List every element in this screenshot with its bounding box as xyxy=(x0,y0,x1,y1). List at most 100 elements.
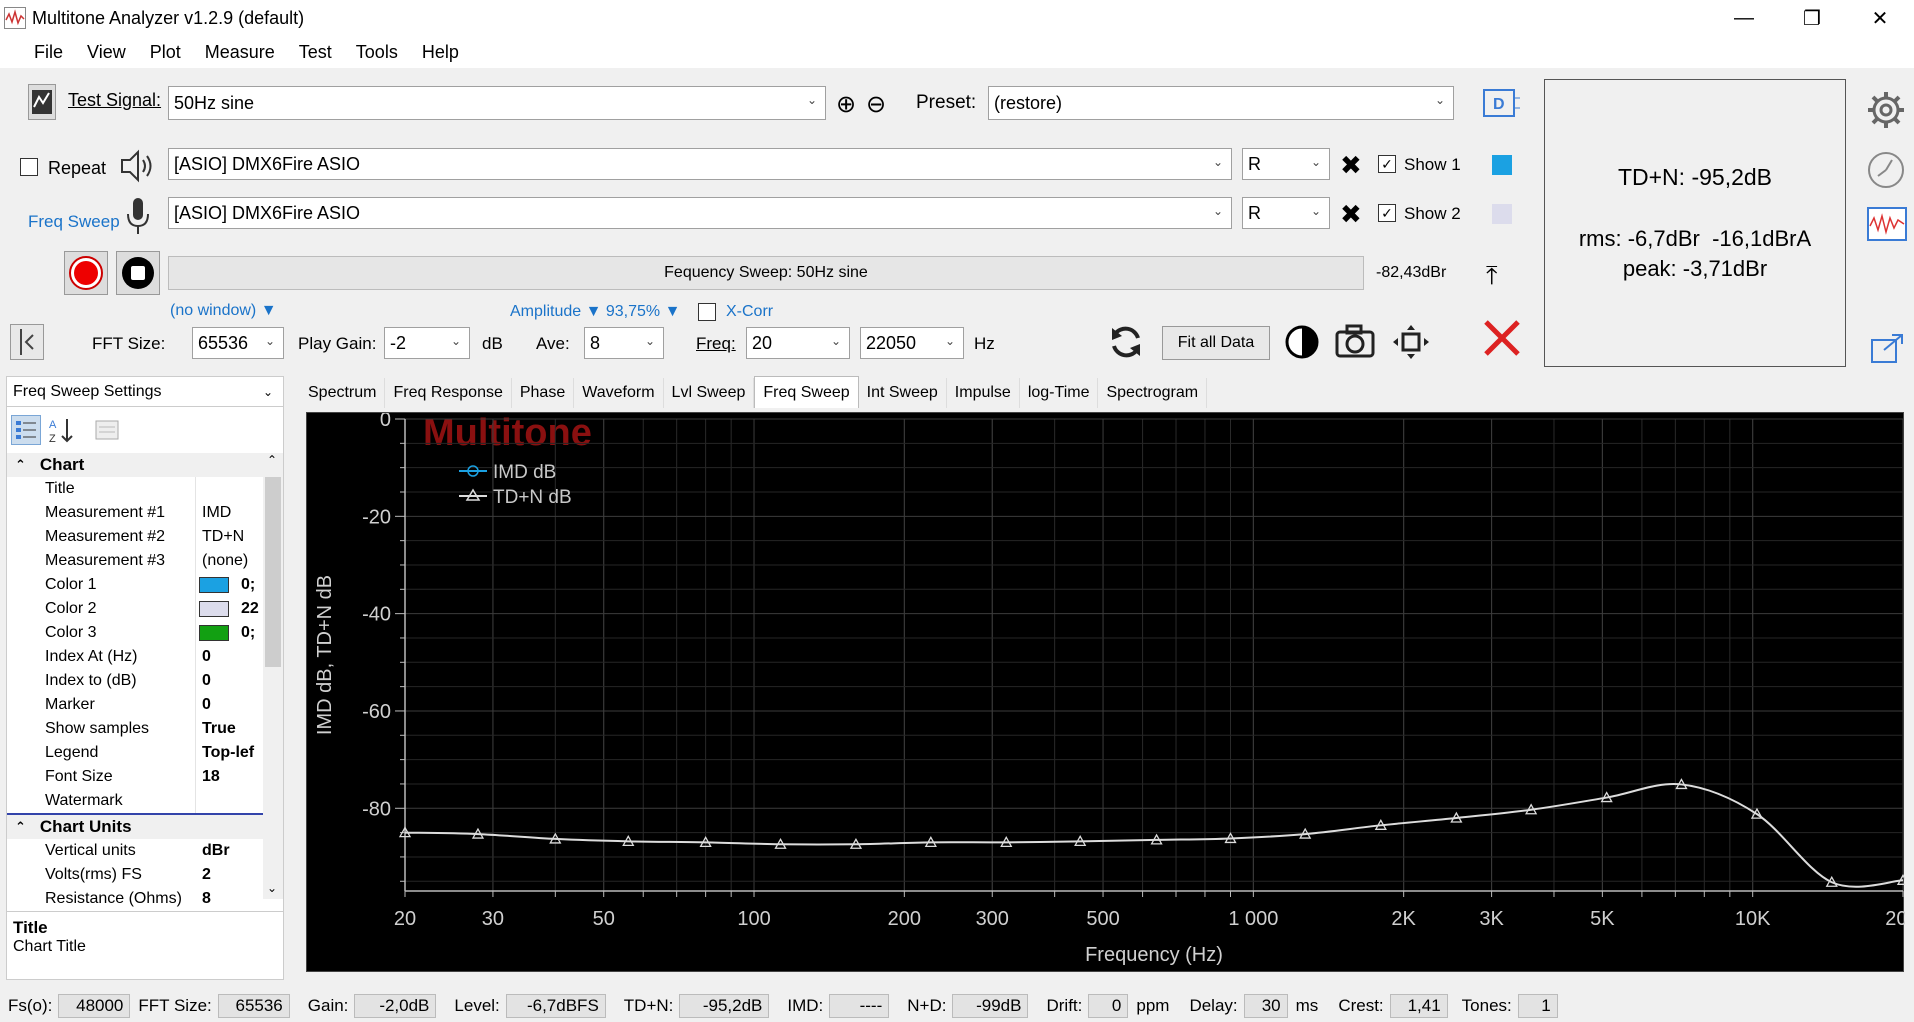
amplitude-select-link[interactable]: Amplitude ▼ 93,75% ▼ xyxy=(510,303,680,321)
property-row[interactable]: Show samples True xyxy=(7,717,263,741)
frequency-sweep-chart[interactable]: Multitone 20 30 50 100 200 300 500 1 000 2K 3K 5K 10… xyxy=(306,409,1914,972)
property-value[interactable]: TD+N xyxy=(202,528,244,546)
input-channel-select[interactable]: R ⌄ xyxy=(1242,197,1330,229)
property-row[interactable]: Watermark xyxy=(7,789,263,813)
test-signal-label[interactable]: Test Signal: xyxy=(68,90,161,111)
freq-label[interactable]: Freq: xyxy=(696,334,736,354)
tab-phase[interactable]: Phase xyxy=(512,378,575,408)
tab-impulse[interactable]: Impulse xyxy=(947,378,1020,408)
add-signal-icon[interactable]: ⊕ xyxy=(836,90,856,119)
preset-select[interactable]: (restore) ⌄ xyxy=(988,86,1454,120)
microphone-icon[interactable] xyxy=(124,196,152,236)
property-value[interactable]: 0 xyxy=(202,696,211,714)
remove-signal-icon[interactable]: ⊖ xyxy=(866,90,886,119)
color-swatch[interactable] xyxy=(199,577,229,593)
repeat-checkbox[interactable] xyxy=(20,158,38,176)
output-device-select[interactable]: [ASIO] DMX6Fire ASIO ⌄ xyxy=(168,148,1232,180)
property-value[interactable]: 0; xyxy=(241,624,255,642)
menu-help[interactable]: Help xyxy=(410,42,471,63)
wrench-icon[interactable]: ✖ xyxy=(1340,150,1362,181)
scroll-up-icon[interactable]: ⌃ xyxy=(267,453,277,467)
stop-button[interactable] xyxy=(116,251,160,295)
clear-icon[interactable] xyxy=(1482,318,1522,363)
color-swatch[interactable] xyxy=(199,625,229,641)
menu-plot[interactable]: Plot xyxy=(138,42,193,63)
tab-spectrum[interactable]: Spectrum xyxy=(300,378,386,408)
fft-size-select[interactable]: 65536 ⌄ xyxy=(192,327,284,359)
category-chart[interactable]: ⌃ Chart xyxy=(7,453,263,477)
fit-all-data-button[interactable]: Fit all Data xyxy=(1162,326,1270,360)
output-channel-select[interactable]: R ⌄ xyxy=(1242,148,1330,180)
tab-spectrogram[interactable]: Spectrogram xyxy=(1098,378,1208,408)
property-row[interactable]: Title xyxy=(7,477,263,501)
xcorr-label[interactable]: X-Corr xyxy=(726,303,773,321)
menu-file[interactable]: File xyxy=(22,42,75,63)
speaker-icon[interactable] xyxy=(118,148,158,184)
menu-test[interactable]: Test xyxy=(287,42,344,63)
waveform-icon[interactable] xyxy=(1866,206,1908,247)
categorized-view-icon[interactable] xyxy=(11,415,41,445)
record-button[interactable] xyxy=(64,251,108,295)
color-swatch[interactable] xyxy=(199,601,229,617)
scrollbar-thumb[interactable] xyxy=(265,477,281,667)
property-value[interactable]: 22 xyxy=(241,600,259,618)
tab-int-sweep[interactable]: Int Sweep xyxy=(859,378,947,408)
contrast-icon[interactable] xyxy=(1284,324,1320,365)
property-row[interactable]: Measurement #2 TD+N xyxy=(7,525,263,549)
property-row[interactable]: Color 3 0; xyxy=(7,621,263,645)
gear-icon[interactable] xyxy=(1866,90,1906,135)
move-icon[interactable] xyxy=(1392,324,1430,365)
wrench-icon[interactable]: ✖ xyxy=(1340,199,1362,230)
input-device-select[interactable]: [ASIO] DMX6Fire ASIO ⌄ xyxy=(168,197,1232,229)
menu-measure[interactable]: Measure xyxy=(193,42,287,63)
property-value[interactable]: 0; xyxy=(241,576,255,594)
dac-icon[interactable]: D xyxy=(1480,84,1520,122)
clock-icon[interactable] xyxy=(1866,150,1906,195)
tab-waveform[interactable]: Waveform xyxy=(574,378,664,408)
ave-select[interactable]: 8 ⌄ xyxy=(584,327,664,359)
property-row[interactable]: Resistance (Ohms) 8 xyxy=(7,887,263,911)
tab-freq-sweep[interactable]: Freq Sweep xyxy=(754,376,859,408)
property-row[interactable]: Index At (Hz) 0 xyxy=(7,645,263,669)
property-row[interactable]: Font Size 18 xyxy=(7,765,263,789)
freq-to-select[interactable]: 22050 ⌄ xyxy=(860,327,964,359)
minimize-button[interactable]: — xyxy=(1710,0,1778,36)
external-window-icon[interactable] xyxy=(1870,332,1906,369)
property-value[interactable]: 0 xyxy=(202,672,211,690)
alphabetical-sort-icon[interactable]: AZ xyxy=(47,415,77,445)
property-pages-icon[interactable] xyxy=(93,417,121,443)
arrow-up-to-top-icon[interactable]: ⤒ xyxy=(1486,260,1498,292)
test-signal-icon[interactable] xyxy=(28,84,56,120)
collapse-panel-icon[interactable] xyxy=(10,324,44,360)
property-value[interactable]: 2 xyxy=(202,866,211,884)
property-row[interactable]: Vertical units dBr xyxy=(7,839,263,863)
play-gain-select[interactable]: -2 ⌄ xyxy=(384,327,470,359)
property-row[interactable]: Volts(rms) FS 2 xyxy=(7,863,263,887)
close-window-button[interactable]: ✕ xyxy=(1846,0,1914,36)
properties-header[interactable]: Freq Sweep Settings ⌄ xyxy=(7,377,283,407)
tab-freq-response[interactable]: Freq Response xyxy=(385,378,512,408)
property-value[interactable]: Top-lef xyxy=(202,744,254,762)
color1-swatch[interactable] xyxy=(1492,155,1512,175)
restore-button[interactable]: ❐ xyxy=(1778,0,1846,36)
color2-swatch[interactable] xyxy=(1492,204,1512,224)
property-row[interactable]: Legend Top-lef xyxy=(7,741,263,765)
freq-sweep-link[interactable]: Freq Sweep xyxy=(28,212,120,232)
tab-log-time[interactable]: log-Time xyxy=(1020,378,1099,408)
window-select-link[interactable]: (no window) ▼ xyxy=(170,302,277,320)
property-row[interactable]: Measurement #3 (none) xyxy=(7,549,263,573)
scroll-down-icon[interactable]: ⌄ xyxy=(267,881,277,895)
property-row[interactable]: Color 2 22 xyxy=(7,597,263,621)
property-row[interactable]: Marker 0 xyxy=(7,693,263,717)
category-chart-units[interactable]: ⌃ Chart Units xyxy=(7,815,263,839)
property-value[interactable]: dBr xyxy=(202,842,230,860)
property-value[interactable]: 0 xyxy=(202,648,211,666)
property-value[interactable]: True xyxy=(202,720,236,738)
property-value[interactable]: 18 xyxy=(202,768,220,786)
test-signal-select[interactable]: 50Hz sine ⌄ xyxy=(168,86,826,120)
tab-lvl-sweep[interactable]: Lvl Sweep xyxy=(664,378,755,408)
menu-tools[interactable]: Tools xyxy=(344,42,410,63)
property-value[interactable]: IMD xyxy=(202,504,231,522)
property-value[interactable]: 8 xyxy=(202,890,211,908)
menu-view[interactable]: View xyxy=(75,42,138,63)
